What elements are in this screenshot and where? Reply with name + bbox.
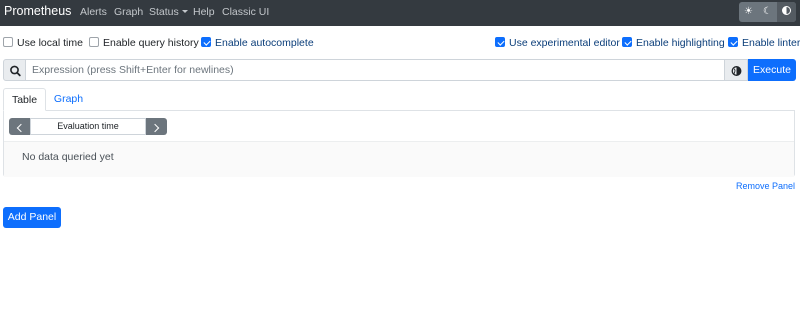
contrast-icon[interactable] [777, 2, 796, 22]
option-label: Enable linter [742, 37, 800, 49]
globe-icon[interactable] [725, 59, 748, 81]
no-data-message: No data queried yet [22, 151, 114, 163]
evaluation-time-picker: Evaluation time [9, 118, 167, 135]
evaluation-time-placeholder: Evaluation time [57, 121, 119, 131]
expression-bar: Expression (press Shift+Enter for newlin… [3, 59, 796, 81]
evaluation-time-input[interactable]: Evaluation time [30, 118, 146, 135]
nav-alerts[interactable]: Alerts [80, 6, 107, 18]
theme-toggle: ☀ ☾ [739, 2, 796, 22]
caret-down-icon [181, 10, 188, 13]
next-time-button[interactable] [146, 118, 167, 135]
nav-classic-ui[interactable]: Classic UI [222, 6, 269, 18]
expression-placeholder: Expression (press Shift+Enter for newlin… [32, 64, 234, 76]
option-label: Enable highlighting [636, 37, 725, 49]
sun-icon[interactable]: ☀ [739, 2, 758, 22]
chevron-left-icon [16, 123, 26, 133]
results-area [4, 141, 794, 177]
nav-graph[interactable]: Graph [114, 6, 143, 18]
navbar: Prometheus Alerts Graph Status Help Clas… [0, 0, 800, 26]
checkbox-enable-linter[interactable] [728, 37, 738, 47]
moon-icon[interactable]: ☾ [758, 2, 777, 22]
execute-button[interactable]: Execute [748, 59, 796, 81]
tab-table[interactable]: Table [3, 88, 46, 111]
checkbox-enable-autocomplete[interactable] [201, 37, 211, 47]
brand-title[interactable]: Prometheus [4, 4, 71, 18]
option-label: Enable query history [103, 37, 199, 49]
remove-panel-link[interactable]: Remove Panel [736, 181, 795, 192]
option-label: Use experimental editor [509, 37, 620, 49]
checkbox-enable-highlighting[interactable] [622, 37, 632, 47]
checkbox-use-experimental-editor[interactable] [495, 37, 505, 47]
tab-graph[interactable]: Graph [46, 88, 91, 111]
checkbox-use-local-time[interactable] [3, 37, 13, 47]
expression-input[interactable]: Expression (press Shift+Enter for newlin… [26, 59, 725, 81]
chevron-right-icon [150, 123, 160, 133]
nav-status-dropdown[interactable]: Status [149, 6, 188, 18]
search-icon [3, 59, 26, 81]
nav-status-label: Status [149, 6, 179, 18]
checkbox-enable-query-history[interactable] [89, 37, 99, 47]
option-label: Use local time [17, 37, 83, 49]
nav-help[interactable]: Help [193, 6, 215, 18]
previous-time-button[interactable] [9, 118, 30, 135]
add-panel-button[interactable]: Add Panel [3, 207, 61, 228]
option-label: Enable autocomplete [215, 37, 314, 49]
